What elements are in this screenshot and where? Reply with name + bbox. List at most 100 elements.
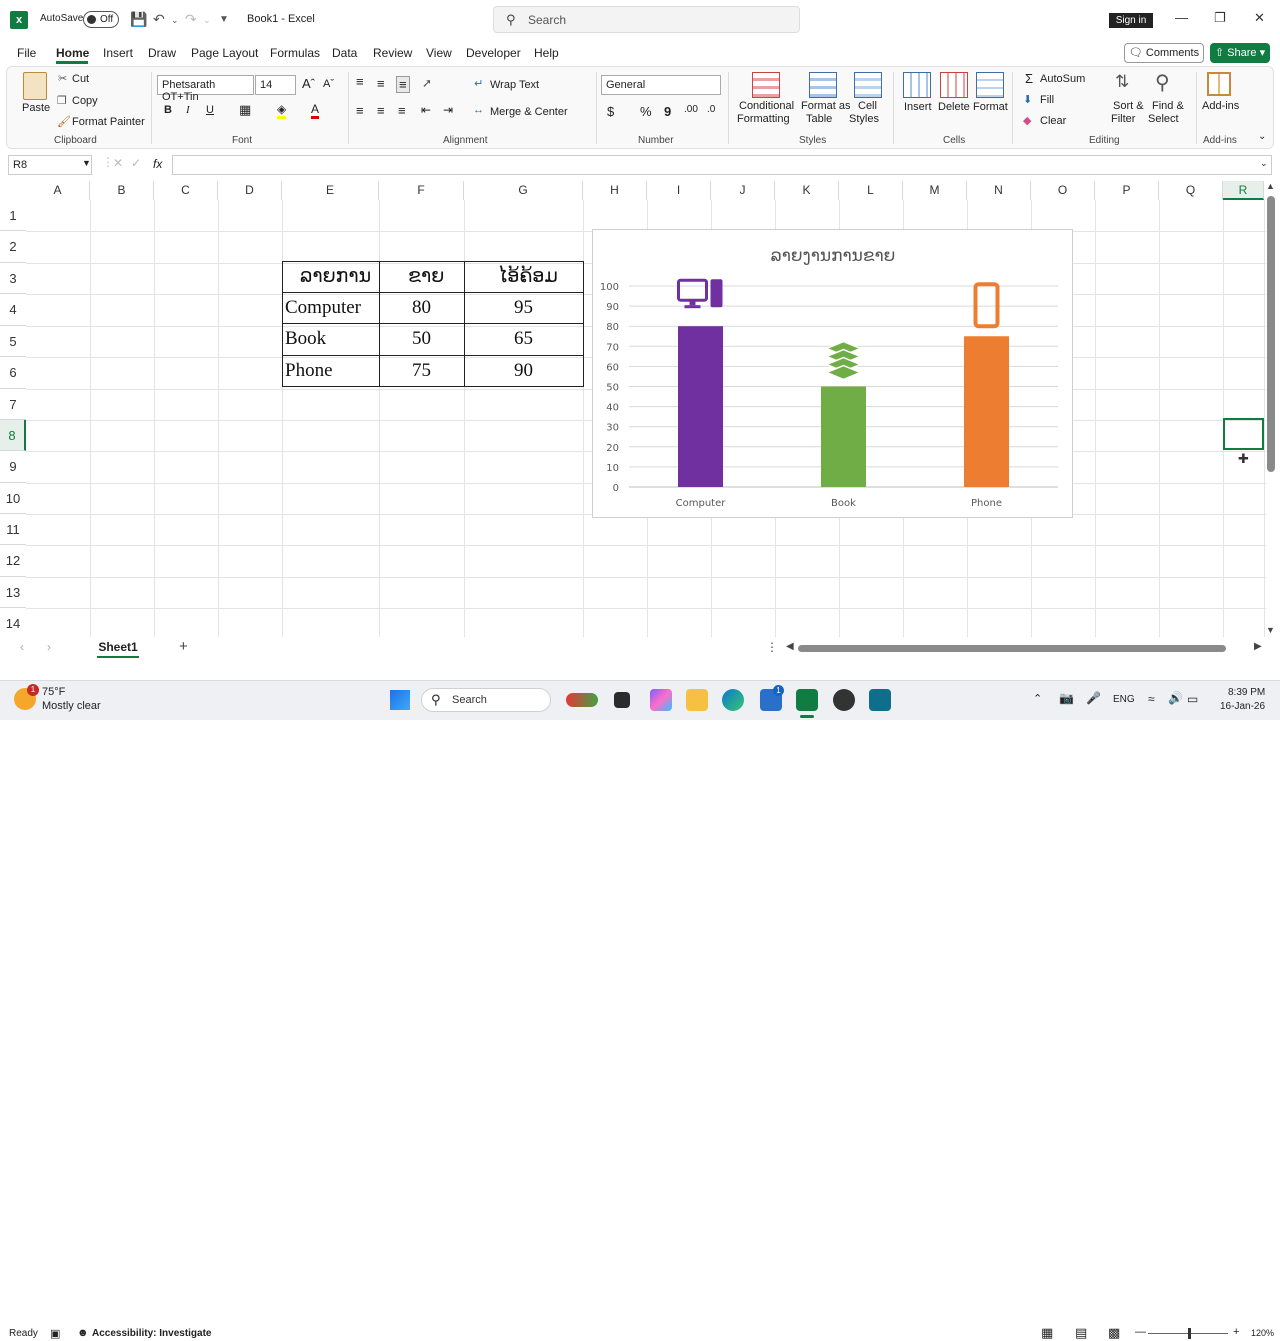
scroll-left-icon[interactable]: ◀ (786, 641, 794, 652)
app-circle-icon[interactable] (833, 689, 855, 711)
increase-font-icon[interactable]: Aˆ (302, 76, 315, 91)
volume-icon[interactable]: 🔊 (1168, 691, 1183, 705)
tab-file[interactable]: File (17, 46, 36, 60)
save-icon[interactable]: 💾 (130, 11, 147, 28)
fill-button[interactable]: Fill (1040, 94, 1054, 106)
expand-formula-icon[interactable]: ⌄ (1260, 158, 1268, 169)
fill-color-icon[interactable]: ◈ (277, 102, 287, 119)
paste-icon[interactable] (23, 72, 47, 100)
column-header-n[interactable]: N (967, 181, 1031, 200)
decrease-decimal-icon[interactable]: .0 (707, 104, 715, 115)
font-color-icon[interactable]: A (311, 102, 320, 119)
table-cell[interactable]: 90 (514, 360, 533, 382)
conditional-formatting-line1[interactable]: Conditional (739, 100, 794, 112)
prev-sheet-icon[interactable]: ‹ (20, 640, 24, 654)
undo-dropdown-icon[interactable]: ⌄ (171, 15, 179, 26)
tab-review[interactable]: Review (373, 46, 412, 60)
wifi-icon[interactable]: ≈ (1148, 692, 1155, 706)
name-box-dropdown-icon[interactable]: ▼ (82, 158, 91, 168)
tab-formulas[interactable]: Formulas (270, 46, 320, 60)
sales-chart[interactable]: ລາຍງານການຂາຍ 0 10 20 30 40 50 60 70 80 90 100 Compu… (592, 229, 1073, 518)
tab-data[interactable]: Data (332, 46, 357, 60)
insert-function-button[interactable]: fx (153, 157, 162, 171)
show-hidden-icons[interactable]: ⌃ (1033, 692, 1042, 705)
chart-title[interactable]: ລາຍງານການຂາຍ (771, 246, 896, 266)
bar-book[interactable] (821, 386, 866, 488)
page-break-view-icon[interactable]: ▩ (1108, 1325, 1120, 1341)
row-header-8[interactable]: 8 (0, 420, 26, 451)
microphone-icon[interactable]: 🎤 (1086, 691, 1101, 705)
column-header-b[interactable]: B (90, 181, 154, 200)
select-all-corner[interactable] (0, 181, 26, 200)
minimize-icon[interactable]: — (1175, 10, 1188, 25)
weather-temp[interactable]: 75°F (42, 686, 65, 698)
orientation-icon[interactable]: ➚ (422, 76, 432, 90)
copilot-icon[interactable] (650, 689, 672, 711)
edge-browser-icon[interactable] (722, 689, 744, 711)
delete-cells-button[interactable]: Delete (938, 101, 970, 113)
vertical-scrollbar[interactable] (1267, 196, 1275, 472)
find-select-line1[interactable]: Find & (1152, 100, 1184, 112)
row-header-2[interactable]: 2 (0, 231, 26, 263)
column-header-r[interactable]: R (1223, 181, 1264, 200)
scroll-down-icon[interactable]: ▼ (1266, 625, 1275, 635)
zoom-in-icon[interactable]: + (1233, 1326, 1239, 1338)
table-cell[interactable]: Phone (285, 360, 333, 382)
percent-button[interactable]: % (640, 104, 652, 119)
cancel-formula-icon[interactable]: ✕ (113, 156, 123, 170)
sort-filter-line1[interactable]: Sort & (1113, 100, 1144, 112)
row-header-9[interactable]: 9 (0, 451, 26, 483)
format-as-table-line1[interactable]: Format as (801, 100, 851, 112)
table-cell[interactable]: 50 (412, 328, 431, 350)
undo-icon[interactable]: ↶ (153, 11, 165, 28)
zoom-level[interactable]: 120% (1251, 1328, 1274, 1338)
autosum-button[interactable]: AutoSum (1040, 73, 1085, 85)
align-bottom-icon[interactable]: ≡ (396, 76, 410, 93)
row-header-1[interactable]: 1 (0, 200, 26, 231)
normal-view-icon[interactable]: ▦ (1041, 1325, 1053, 1341)
table-cell[interactable]: 80 (412, 297, 431, 319)
zoom-slider-thumb[interactable] (1188, 1328, 1191, 1339)
column-header-l[interactable]: L (839, 181, 903, 200)
meet-now-icon[interactable]: 📷 (1059, 691, 1074, 705)
row-header-12[interactable]: 12 (0, 545, 26, 577)
widget-chili-icon[interactable] (566, 693, 598, 707)
table-header-sales[interactable]: ຂາຍ (408, 265, 444, 288)
taskbar-search[interactable]: ⚲ Search (421, 688, 551, 712)
row-header-13[interactable]: 13 (0, 577, 26, 608)
clear-button[interactable]: Clear (1040, 115, 1066, 127)
scroll-right-icon[interactable]: ▶ (1254, 641, 1262, 652)
find-select-line2[interactable]: Select (1148, 113, 1179, 125)
tab-insert[interactable]: Insert (103, 46, 133, 60)
conditional-formatting-line2[interactable]: Formatting (737, 113, 790, 125)
macro-record-icon[interactable]: ▣ (50, 1327, 60, 1340)
column-header-m[interactable]: M (903, 181, 967, 200)
table-header-item[interactable]: ລາຍການ (300, 265, 371, 288)
add-ins-button[interactable]: Add-ins (1202, 100, 1239, 112)
column-header-h[interactable]: H (583, 181, 647, 200)
battery-icon[interactable]: ▭ (1187, 692, 1198, 706)
increase-decimal-icon[interactable]: .00 (684, 104, 698, 115)
align-right-icon[interactable]: ≡ (398, 103, 406, 118)
tab-draw[interactable]: Draw (148, 46, 176, 60)
sort-filter-line2[interactable]: Filter (1111, 113, 1135, 125)
table-cell[interactable]: Book (285, 328, 326, 350)
row-header-4[interactable]: 4 (0, 294, 26, 326)
align-left-icon[interactable]: ≡ (356, 103, 364, 118)
format-cells-button[interactable]: Format (973, 101, 1008, 113)
add-sheet-icon[interactable]: + (179, 638, 188, 655)
file-explorer-icon[interactable] (686, 689, 708, 711)
tab-developer[interactable]: Developer (466, 46, 521, 60)
column-header-e[interactable]: E (282, 181, 379, 200)
wrap-text-button[interactable]: Wrap Text (490, 79, 539, 91)
cell-styles-line2[interactable]: Styles (849, 113, 879, 125)
row-header-5[interactable]: 5 (0, 326, 26, 357)
redo-icon[interactable]: ↷ (185, 11, 197, 28)
customize-toolbar-icon[interactable]: ▼ (219, 14, 229, 25)
language-indicator[interactable]: ENG (1113, 694, 1135, 705)
formula-input[interactable] (172, 155, 1272, 175)
row-header-6[interactable]: 6 (0, 357, 26, 389)
underline-button[interactable]: U (206, 104, 214, 116)
column-header-f[interactable]: F (379, 181, 464, 200)
row-header-14[interactable]: 14 (0, 608, 26, 637)
